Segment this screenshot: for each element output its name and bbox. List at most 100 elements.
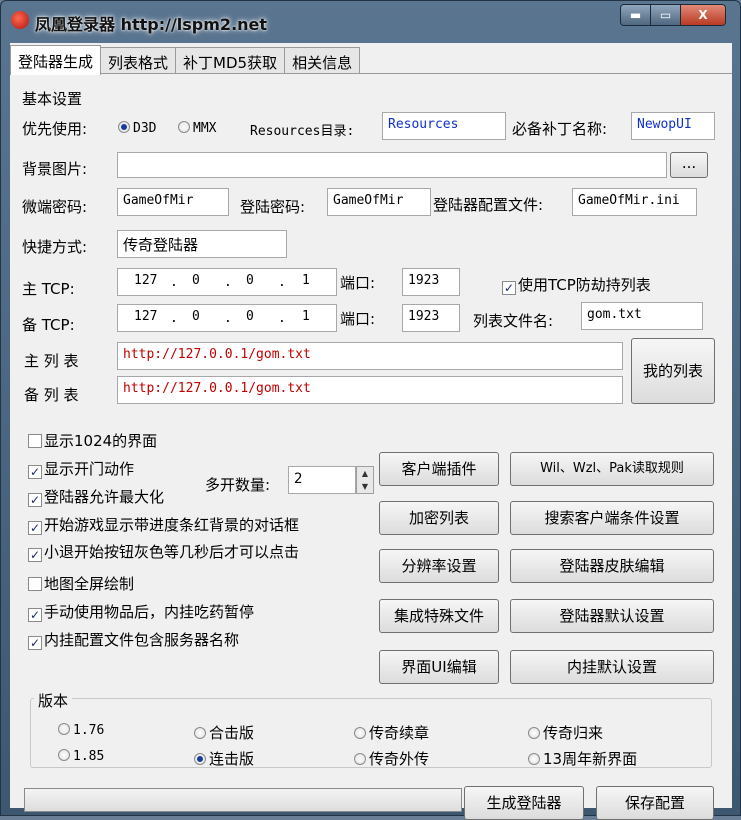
encrypt-list-button[interactable]: 加密列表: [379, 501, 499, 535]
check-progress-dialog[interactable]: ✓ 开始游戏显示带进度条红背景的对话框: [28, 514, 299, 535]
version-radio-1-85-dot: [58, 749, 70, 761]
check-allow-maximize-label: 登陆器允许最大化: [44, 488, 165, 506]
version-radio-guilai-dot: [528, 727, 540, 739]
generator-panel: 基本设置 优先使用: D3D MMX Resources目录: Resource…: [10, 73, 732, 820]
integrate-files-button[interactable]: 集成特殊文件: [379, 599, 499, 633]
skin-editor-button[interactable]: 登陆器皮肤编辑: [510, 549, 714, 583]
check-show-1024[interactable]: 显示1024的界面: [28, 430, 157, 451]
version-radio-xuzhang-dot: [354, 727, 366, 739]
main-tcp-ip-input[interactable]: 127 . 0 . 0 . 1: [117, 268, 337, 296]
main-ip-octet-3: 0: [246, 273, 254, 288]
version-radio-xuzhang-label: 传奇续章: [369, 724, 430, 742]
radio-mmx[interactable]: MMX: [178, 120, 216, 136]
micro-password-input[interactable]: GameOfMir: [117, 188, 229, 216]
priority-label: 优先使用:: [22, 120, 88, 138]
client-area: 登陆器生成 列表格式 补丁MD5获取 相关信息 基本设置 优先使用: D3D M…: [10, 43, 732, 820]
login-password-label: 登陆密码:: [240, 198, 306, 216]
backup-port-label: 端口:: [340, 310, 376, 328]
check-progress-dialog-label: 开始游戏显示带进度条红背景的对话框: [44, 516, 300, 534]
browse-button[interactable]: ...: [670, 152, 708, 178]
shortcut-input[interactable]: 传奇登陆器: [117, 230, 287, 258]
spin-up-icon[interactable]: ▲: [357, 467, 373, 480]
resources-input[interactable]: Resources: [382, 112, 506, 140]
maximize-button[interactable]: ▭: [651, 5, 681, 25]
generate-launcher-button[interactable]: 生成登陆器: [464, 786, 584, 820]
version-radio-1-76-dot: [58, 723, 70, 735]
client-plugin-button[interactable]: 客户端插件: [379, 452, 499, 486]
read-rules-button[interactable]: Wil、Wzl、Pak读取规则: [510, 452, 714, 486]
check-pause-potion[interactable]: ✓ 手动使用物品后，内挂吃药暂停: [28, 601, 254, 622]
check-open-door[interactable]: ✓ 显示开门动作: [28, 458, 134, 479]
patch-name-label: 必备补丁名称:: [512, 120, 608, 138]
multi-open-input[interactable]: 2: [288, 466, 356, 494]
main-list-input[interactable]: http://127.0.0.1/gom.txt: [117, 342, 623, 370]
background-image-label: 背景图片:: [22, 160, 88, 178]
login-password-input[interactable]: GameOfMir: [327, 188, 431, 216]
version-radio-heji[interactable]: 合击版: [194, 722, 254, 743]
tab-generator[interactable]: 登陆器生成: [10, 45, 102, 75]
version-radio-guilai[interactable]: 传奇归来: [528, 722, 603, 743]
check-server-name-config-box: ✓: [28, 636, 42, 650]
save-config-button[interactable]: 保存配置: [596, 786, 714, 820]
version-radio-13th[interactable]: 13周年新界面: [528, 748, 637, 769]
backup-port-input[interactable]: 1923: [402, 304, 460, 332]
version-radio-1-76-label: 1.76: [73, 723, 105, 738]
spin-down-icon[interactable]: ▼: [357, 480, 373, 493]
main-port-input[interactable]: 1923: [402, 268, 460, 296]
version-radio-waizhuan-dot: [354, 753, 366, 765]
ui-editor-button[interactable]: 界面UI编辑: [379, 650, 499, 684]
anti-hijack-box: ✓: [502, 281, 516, 295]
tab-list-format[interactable]: 列表格式: [100, 47, 177, 73]
close-button[interactable]: X: [681, 5, 725, 25]
check-pause-potion-box: ✓: [28, 608, 42, 622]
check-pause-potion-label: 手动使用物品后，内挂吃药暂停: [44, 603, 255, 621]
check-allow-maximize[interactable]: ✓ 登陆器允许最大化: [28, 486, 164, 507]
anti-hijack-checkbox[interactable]: ✓ 使用TCP防劫持列表: [502, 274, 651, 295]
backup-ip-octet-4: 1: [302, 309, 310, 324]
resolution-settings-button[interactable]: 分辨率设置: [379, 549, 499, 583]
version-radio-1-76[interactable]: 1.76: [58, 722, 104, 738]
phoenix-logo-icon: [11, 11, 29, 29]
multi-open-spinner[interactable]: ▲ ▼: [356, 466, 374, 494]
config-file-label: 登陆器配置文件:: [433, 196, 544, 214]
list-file-label: 列表文件名:: [473, 312, 554, 330]
version-radio-1-85[interactable]: 1.85: [58, 748, 104, 764]
check-open-door-box: ✓: [28, 465, 42, 479]
plugin-default-button[interactable]: 内挂默认设置: [510, 650, 714, 684]
main-ip-octet-1: 127: [134, 273, 158, 288]
version-radio-waizhuan[interactable]: 传奇外传: [354, 748, 429, 769]
window-title: 凤凰登录器 http://lspm2.net: [35, 15, 268, 34]
radio-d3d[interactable]: D3D: [118, 120, 156, 136]
check-show-1024-label: 显示1024的界面: [44, 432, 158, 450]
shortcut-label: 快捷方式:: [22, 238, 88, 256]
backup-list-input[interactable]: http://127.0.0.1/gom.txt: [117, 376, 623, 404]
version-radio-xuzhang[interactable]: 传奇续章: [354, 722, 429, 743]
tab-about[interactable]: 相关信息: [284, 47, 361, 73]
list-file-input[interactable]: gom.txt: [581, 302, 703, 330]
minimize-button[interactable]: ▬: [621, 5, 651, 25]
check-fullscreen-map[interactable]: 地图全屏绘制: [28, 573, 134, 594]
config-file-input[interactable]: GameOfMir.ini: [572, 188, 697, 216]
version-radio-lianji[interactable]: 连击版: [194, 748, 254, 769]
radio-mmx-label: MMX: [193, 121, 217, 136]
background-image-input[interactable]: [117, 152, 667, 178]
backup-tcp-ip-input[interactable]: 127 . 0 . 0 . 1: [117, 304, 337, 332]
main-ip-octet-4: 1: [302, 273, 310, 288]
check-gray-button-label: 小退开始按钮灰色等几秒后才可以点击: [44, 543, 300, 561]
version-radio-lianji-label: 连击版: [209, 750, 255, 768]
title-bar[interactable]: 凤凰登录器 http://lspm2.net ▬ ▭ X: [1, 1, 740, 41]
default-settings-button[interactable]: 登陆器默认设置: [510, 599, 714, 633]
window-controls: ▬ ▭ X: [620, 4, 726, 26]
tab-patch-md5[interactable]: 补丁MD5获取: [175, 47, 286, 73]
check-server-name-config[interactable]: ✓ 内挂配置文件包含服务器名称: [28, 629, 239, 650]
backup-list-label: 备 列 表: [24, 386, 79, 404]
main-ip-dot-3: .: [278, 275, 286, 290]
version-radio-heji-dot: [194, 727, 206, 739]
patch-name-input[interactable]: NewopUI: [631, 112, 715, 140]
check-gray-button[interactable]: ✓ 小退开始按钮灰色等几秒后才可以点击: [28, 541, 299, 562]
check-fullscreen-map-label: 地图全屏绘制: [44, 575, 135, 593]
search-client-settings-button[interactable]: 搜索客户端条件设置: [510, 501, 714, 535]
my-list-button[interactable]: 我的列表: [631, 338, 715, 404]
version-radio-lianji-dot: [194, 753, 206, 765]
section-title-basic: 基本设置: [22, 90, 83, 108]
